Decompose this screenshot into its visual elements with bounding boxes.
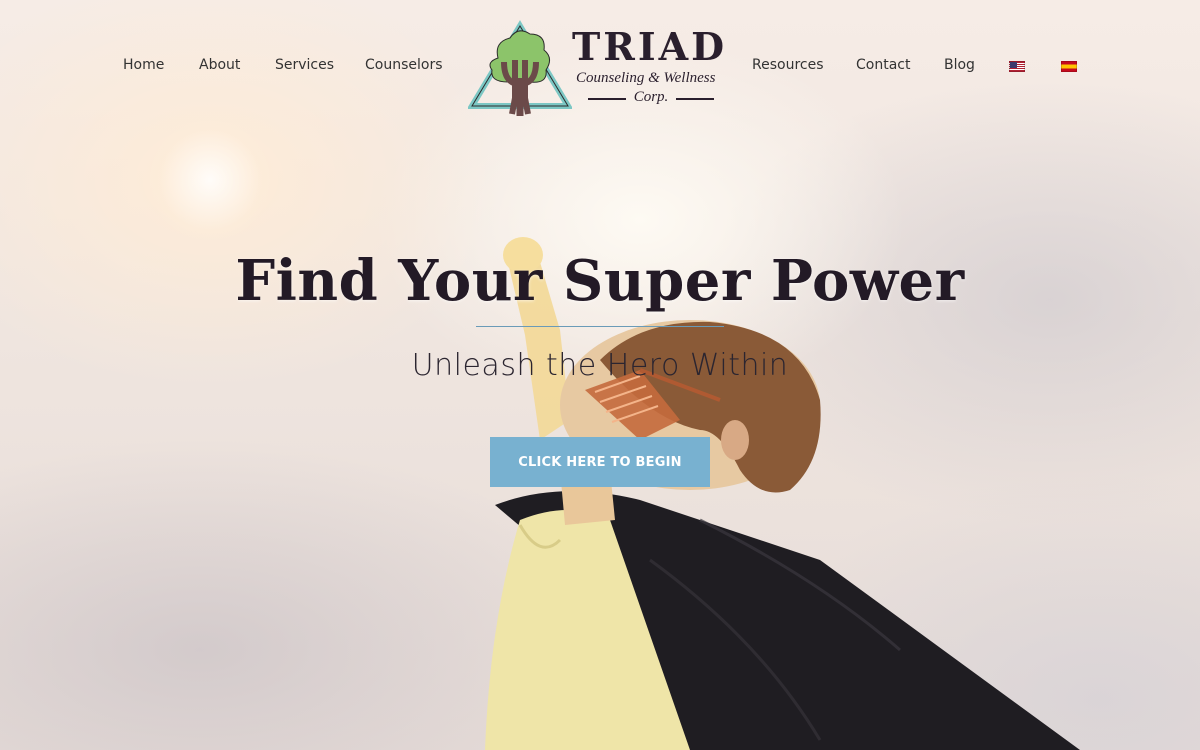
- nav-counselors-link[interactable]: Counselors: [365, 57, 443, 73]
- hero-subheadline: Unleash the Hero Within: [411, 348, 789, 383]
- logo-rule-right: [676, 98, 714, 100]
- nav-home-link[interactable]: Home: [123, 57, 164, 73]
- nav-services-link[interactable]: Services: [275, 57, 334, 73]
- us-flag-icon[interactable]: [1009, 61, 1025, 72]
- spain-flag-icon[interactable]: [1061, 61, 1077, 72]
- logo-subtitle: Counseling & Wellness: [576, 70, 716, 86]
- hero-divider: [476, 326, 724, 327]
- nav-contact-link[interactable]: Contact: [856, 57, 910, 73]
- triad-logo[interactable]: TRIAD Counseling & Wellness Corp.: [466, 20, 730, 120]
- begin-button[interactable]: CLICK HERE TO BEGIN: [490, 437, 710, 487]
- hero-headline: Find Your Super Power: [235, 248, 965, 314]
- nav-blog-link[interactable]: Blog: [944, 57, 975, 73]
- tree-triangle-logo-icon: [466, 20, 574, 116]
- logo-title: TRIAD: [572, 24, 728, 69]
- main-nav: Home About Services Counselors TRIAD Cou…: [0, 0, 1200, 130]
- nav-resources-link[interactable]: Resources: [752, 57, 824, 73]
- nav-about-link[interactable]: About: [199, 57, 240, 73]
